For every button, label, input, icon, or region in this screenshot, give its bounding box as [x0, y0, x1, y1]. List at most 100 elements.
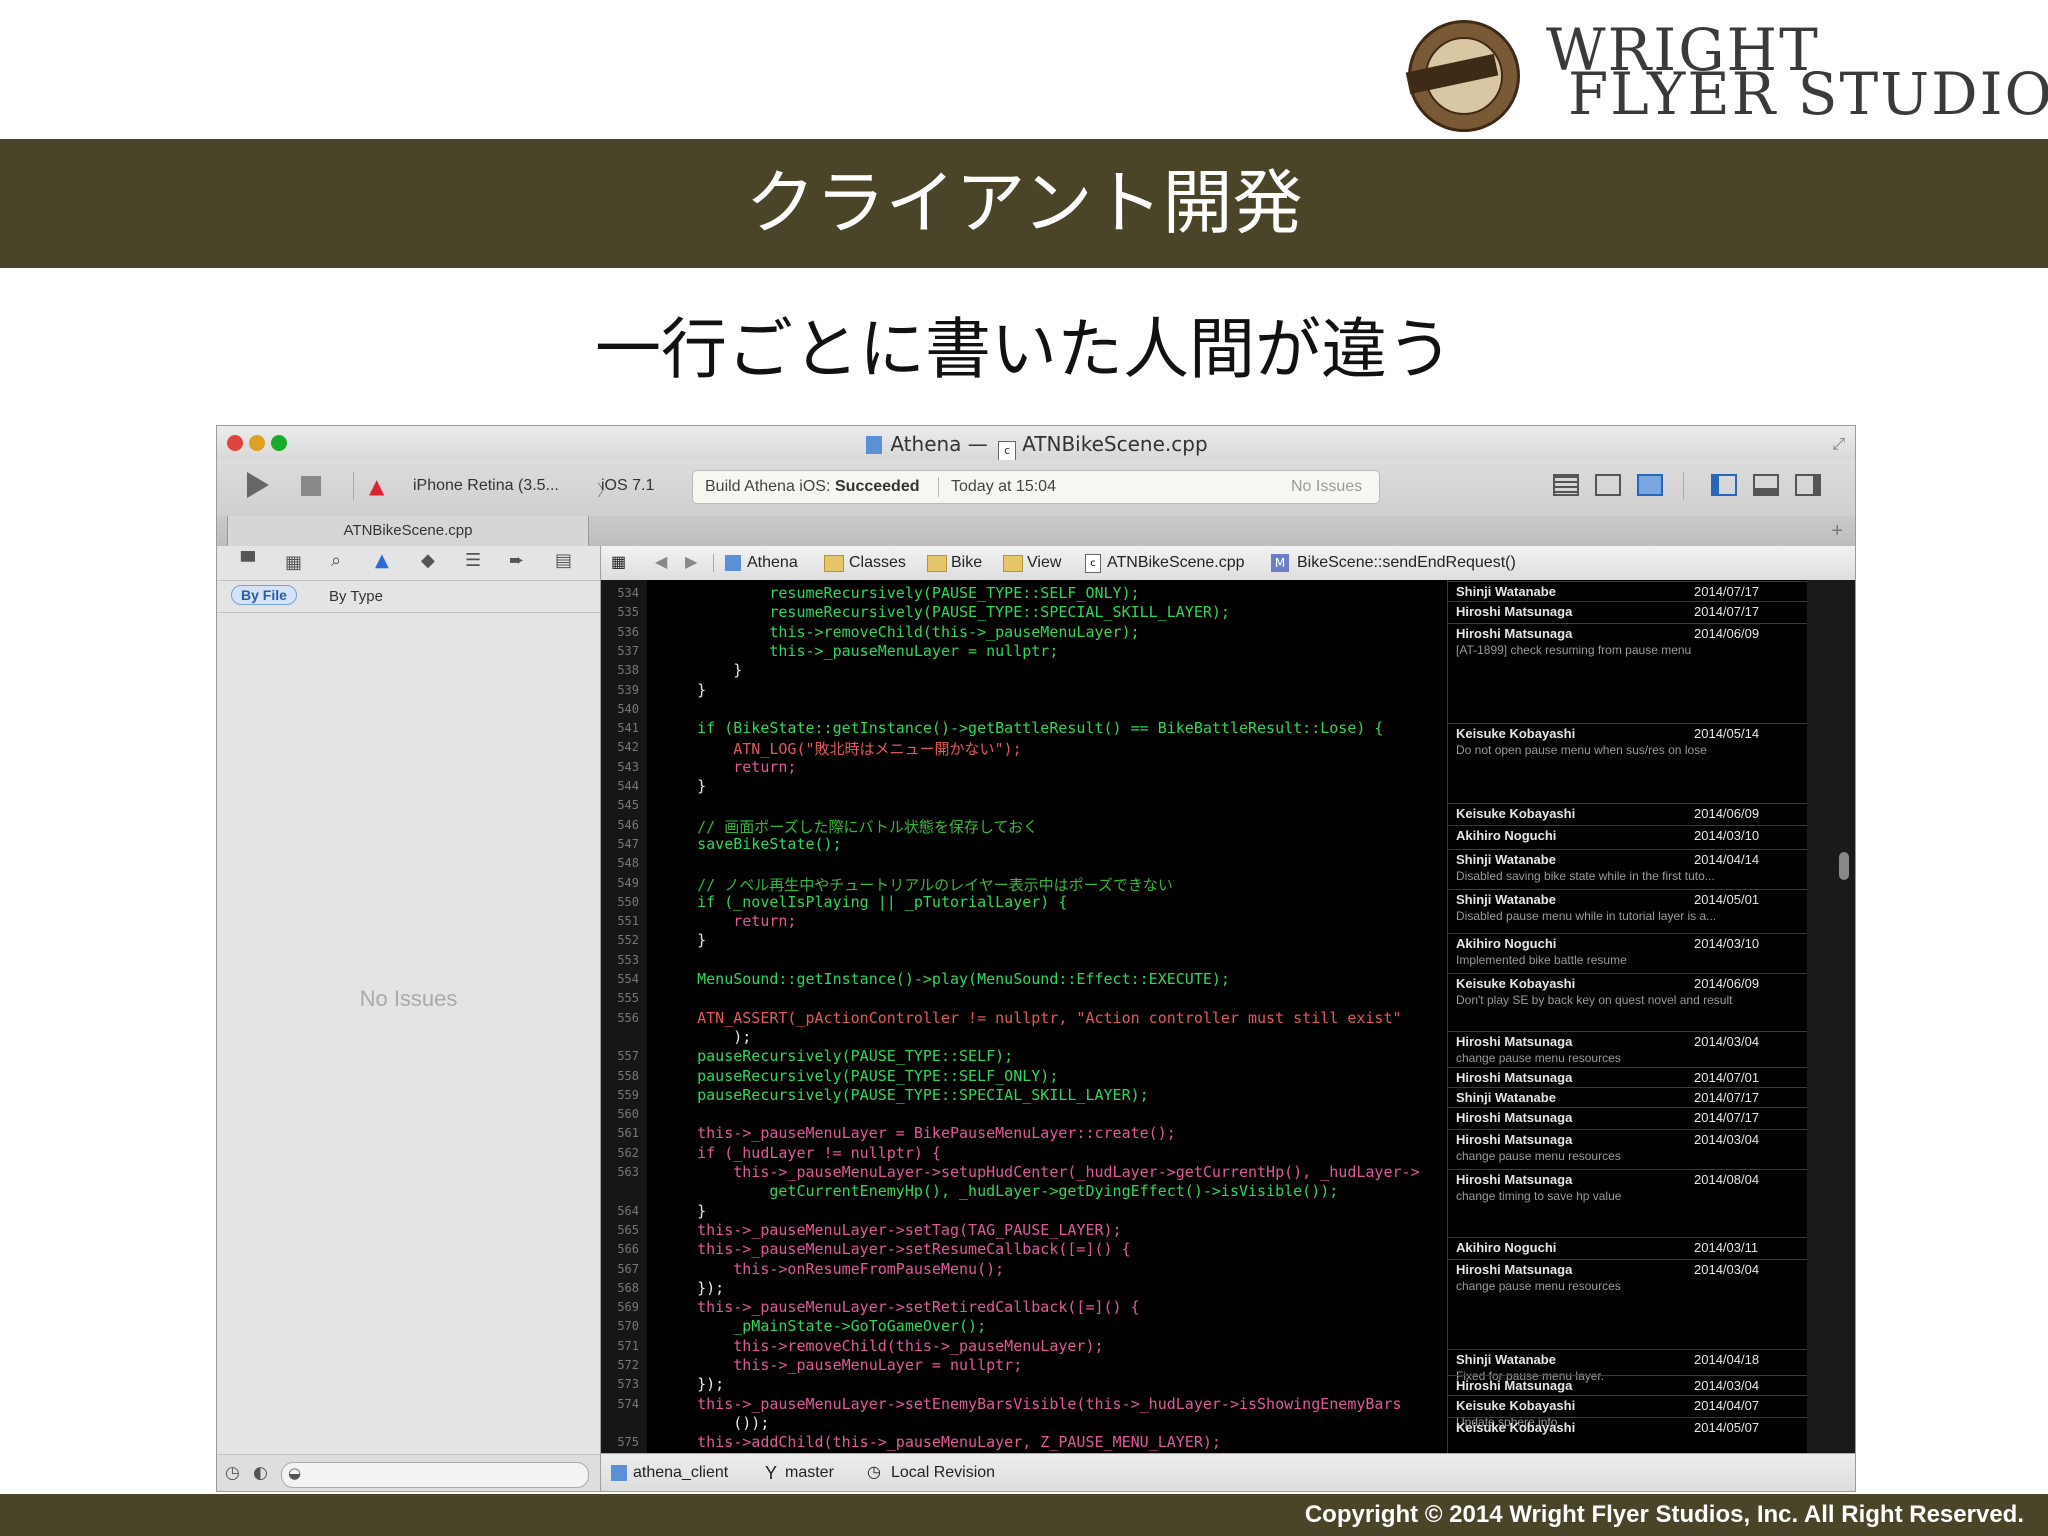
related-items-icon[interactable]: ▦ — [611, 546, 626, 580]
blame-author[interactable]: Hiroshi Matsunaga — [1456, 1034, 1572, 1049]
code-line[interactable]: this->_pauseMenuLayer->setTag(TAG_PAUSE_… — [661, 1221, 1121, 1239]
code-line[interactable]: } — [661, 931, 706, 949]
jump-file[interactable]: ATNBikeScene.cpp — [1107, 546, 1245, 580]
scrollbar-thumb[interactable] — [1839, 852, 1849, 880]
code-line[interactable]: this->removeChild(this->_pauseMenuLayer)… — [661, 623, 1139, 641]
blame-author[interactable]: Hiroshi Matsunaga — [1456, 1378, 1572, 1393]
code-line[interactable]: } — [661, 1202, 706, 1220]
blame-author[interactable]: Hiroshi Matsunaga — [1456, 1262, 1572, 1277]
blame-author[interactable]: Hiroshi Matsunaga — [1456, 1172, 1572, 1187]
by-type-toggle[interactable]: By Type — [329, 588, 383, 605]
code-line[interactable]: this->_pauseMenuLayer = BikePauseMenuLay… — [661, 1124, 1176, 1142]
blame-author[interactable]: Hiroshi Matsunaga — [1456, 626, 1572, 641]
code-line[interactable]: pauseRecursively(PAUSE_TYPE::SELF); — [661, 1047, 1013, 1065]
code-editor[interactable]: 534 535 536 537 538 539 540 541 542 543 544 545 546 5… — [601, 580, 1855, 1453]
blame-author[interactable]: Shinji Watanabe — [1456, 852, 1556, 867]
code-line[interactable]: return; — [661, 912, 796, 930]
blame-author[interactable]: Shinji Watanabe — [1456, 1090, 1556, 1105]
debug-navigator-icon[interactable]: ☰ — [465, 550, 481, 571]
code-line[interactable]: } — [661, 681, 706, 699]
issues-filter-icon[interactable]: ◐ — [253, 1463, 268, 1483]
code-line[interactable]: // ノベル再生中やチュートリアルのレイヤー表示中はポーズできない — [661, 874, 1173, 895]
blame-author[interactable]: Keisuke Kobayashi — [1456, 806, 1575, 821]
forward-icon[interactable]: ▶ — [685, 546, 697, 580]
code-line[interactable]: this->_pauseMenuLayer = nullptr; — [661, 642, 1058, 660]
debug-area-toggle-icon[interactable] — [1753, 474, 1779, 496]
code-line[interactable]: MenuSound::getInstance()->play(MenuSound… — [661, 970, 1230, 988]
code-line[interactable]: pauseRecursively(PAUSE_TYPE::SPECIAL_SKI… — [661, 1086, 1149, 1104]
jump-athena[interactable]: Athena — [747, 546, 798, 580]
search-icon[interactable]: ⌕ — [331, 550, 341, 571]
revision-name[interactable]: Local Revision — [891, 1456, 995, 1490]
add-tab-button[interactable]: + — [1831, 520, 1843, 543]
test-navigator-icon[interactable]: ◆ — [421, 550, 435, 571]
assistant-editor-icon[interactable] — [1595, 474, 1621, 496]
code-line[interactable]: this->onResumeFromPauseMenu(); — [661, 1260, 1004, 1278]
code-line[interactable]: resumeRecursively(PAUSE_TYPE::SPECIAL_SK… — [661, 603, 1230, 621]
editor-scrollbar[interactable] — [1807, 580, 1855, 1453]
blame-author[interactable]: Shinji Watanabe — [1456, 1352, 1556, 1367]
navigator-toggle-icon[interactable] — [1711, 474, 1737, 496]
blame-author[interactable]: Hiroshi Matsunaga — [1456, 604, 1572, 619]
utilities-toggle-icon[interactable] — [1795, 474, 1821, 496]
code-line[interactable]: ATN_LOG("敗北時はメニュー開かない"); — [661, 738, 1021, 759]
blame-author[interactable]: Keisuke Kobayashi — [1456, 726, 1575, 741]
warning-icon[interactable]: ▲ — [375, 550, 389, 571]
blame-author[interactable]: Keisuke Kobayashi — [1456, 976, 1575, 991]
by-file-toggle[interactable]: By File — [231, 585, 297, 605]
xcode-scheme-icon[interactable]: ▲ — [369, 474, 384, 498]
blame-author[interactable]: Shinji Watanabe — [1456, 892, 1556, 907]
blame-author[interactable]: Akihiro Noguchi — [1456, 936, 1556, 951]
code-line[interactable]: if (BikeState::getInstance()->getBattleR… — [661, 719, 1383, 737]
code-area[interactable]: resumeRecursively(PAUSE_TYPE::SELF_ONLY)… — [601, 580, 1447, 1453]
repo-name[interactable]: athena_client — [633, 1456, 728, 1490]
breakpoint-icon[interactable]: ➨ — [509, 550, 524, 571]
code-line[interactable]: return; — [661, 758, 796, 776]
code-line[interactable]: } — [661, 777, 706, 795]
stop-icon[interactable] — [301, 476, 321, 496]
code-line[interactable]: this->_pauseMenuLayer->setupHudCenter(_h… — [661, 1163, 1419, 1181]
code-line[interactable]: this->removeChild(this->_pauseMenuLayer)… — [661, 1337, 1103, 1355]
code-line[interactable]: ATN_ASSERT(_pActionController != nullptr… — [661, 1009, 1401, 1027]
fullscreen-icon[interactable]: ⤢ — [1832, 434, 1845, 454]
code-line[interactable]: // 画面ポーズした際にバトル状態を保存しておく — [661, 816, 1038, 837]
code-line[interactable]: this->addChild(this->_pauseMenuLayer, Z_… — [661, 1433, 1221, 1451]
code-line[interactable]: pauseRecursively(PAUSE_TYPE::SELF_ONLY); — [661, 1067, 1058, 1085]
tab-atnbikescene[interactable]: ATNBikeScene.cpp — [227, 516, 589, 546]
code-line[interactable]: }); — [661, 1375, 724, 1393]
code-line[interactable]: if (_novelIsPlaying || _pTutorialLayer) … — [661, 893, 1067, 911]
symbol-navigator-icon[interactable]: ▦ — [285, 552, 302, 573]
blame-author[interactable]: Keisuke Kobayashi — [1456, 1420, 1575, 1435]
jump-view[interactable]: View — [1027, 546, 1061, 580]
project-navigator-icon[interactable]: ▀ — [241, 552, 255, 573]
clock-icon[interactable]: ◷ — [225, 1463, 240, 1483]
code-line[interactable]: this->_pauseMenuLayer->setRetiredCallbac… — [661, 1298, 1140, 1316]
code-line[interactable]: this->_pauseMenuLayer->setEnemyBarsVisib… — [661, 1395, 1401, 1413]
log-icon[interactable]: ▤ — [555, 550, 572, 571]
scheme-device[interactable]: iPhone Retina (3.5... — [413, 477, 559, 495]
code-line[interactable]: ()); — [661, 1414, 769, 1432]
code-line[interactable]: } — [661, 661, 742, 679]
blame-author[interactable]: Akihiro Noguchi — [1456, 1240, 1556, 1255]
code-line[interactable]: }); — [661, 1279, 724, 1297]
blame-author[interactable]: Keisuke Kobayashi — [1456, 1398, 1575, 1413]
blame-author[interactable]: Hiroshi Matsunaga — [1456, 1070, 1572, 1085]
code-line[interactable]: resumeRecursively(PAUSE_TYPE::SELF_ONLY)… — [661, 584, 1139, 602]
jump-bike[interactable]: Bike — [951, 546, 982, 580]
code-line[interactable]: if (_hudLayer != nullptr) { — [661, 1144, 941, 1162]
back-icon[interactable]: ◀ — [655, 546, 667, 580]
code-line[interactable]: this->_pauseMenuLayer->setResumeCallback… — [661, 1240, 1131, 1258]
code-line[interactable]: getCurrentEnemyHp(), _hudLayer->getDying… — [661, 1182, 1338, 1200]
blame-author[interactable]: Shinji Watanabe — [1456, 584, 1556, 599]
blame-author[interactable]: Hiroshi Matsunaga — [1456, 1110, 1572, 1125]
code-line[interactable]: this->_pauseMenuLayer = nullptr; — [661, 1356, 1022, 1374]
code-line[interactable]: _pMainState->GoToGameOver(); — [661, 1317, 986, 1335]
scheme-os[interactable]: iOS 7.1 — [601, 477, 654, 495]
jump-classes[interactable]: Classes — [849, 546, 906, 580]
code-line[interactable]: saveBikeState(); — [661, 835, 842, 853]
blame-author[interactable]: Akihiro Noguchi — [1456, 828, 1556, 843]
branch-name[interactable]: master — [785, 1456, 834, 1490]
jump-method[interactable]: BikeScene::sendEndRequest() — [1297, 546, 1516, 580]
standard-editor-icon[interactable] — [1553, 474, 1579, 496]
code-line[interactable]: ); — [661, 1028, 751, 1046]
